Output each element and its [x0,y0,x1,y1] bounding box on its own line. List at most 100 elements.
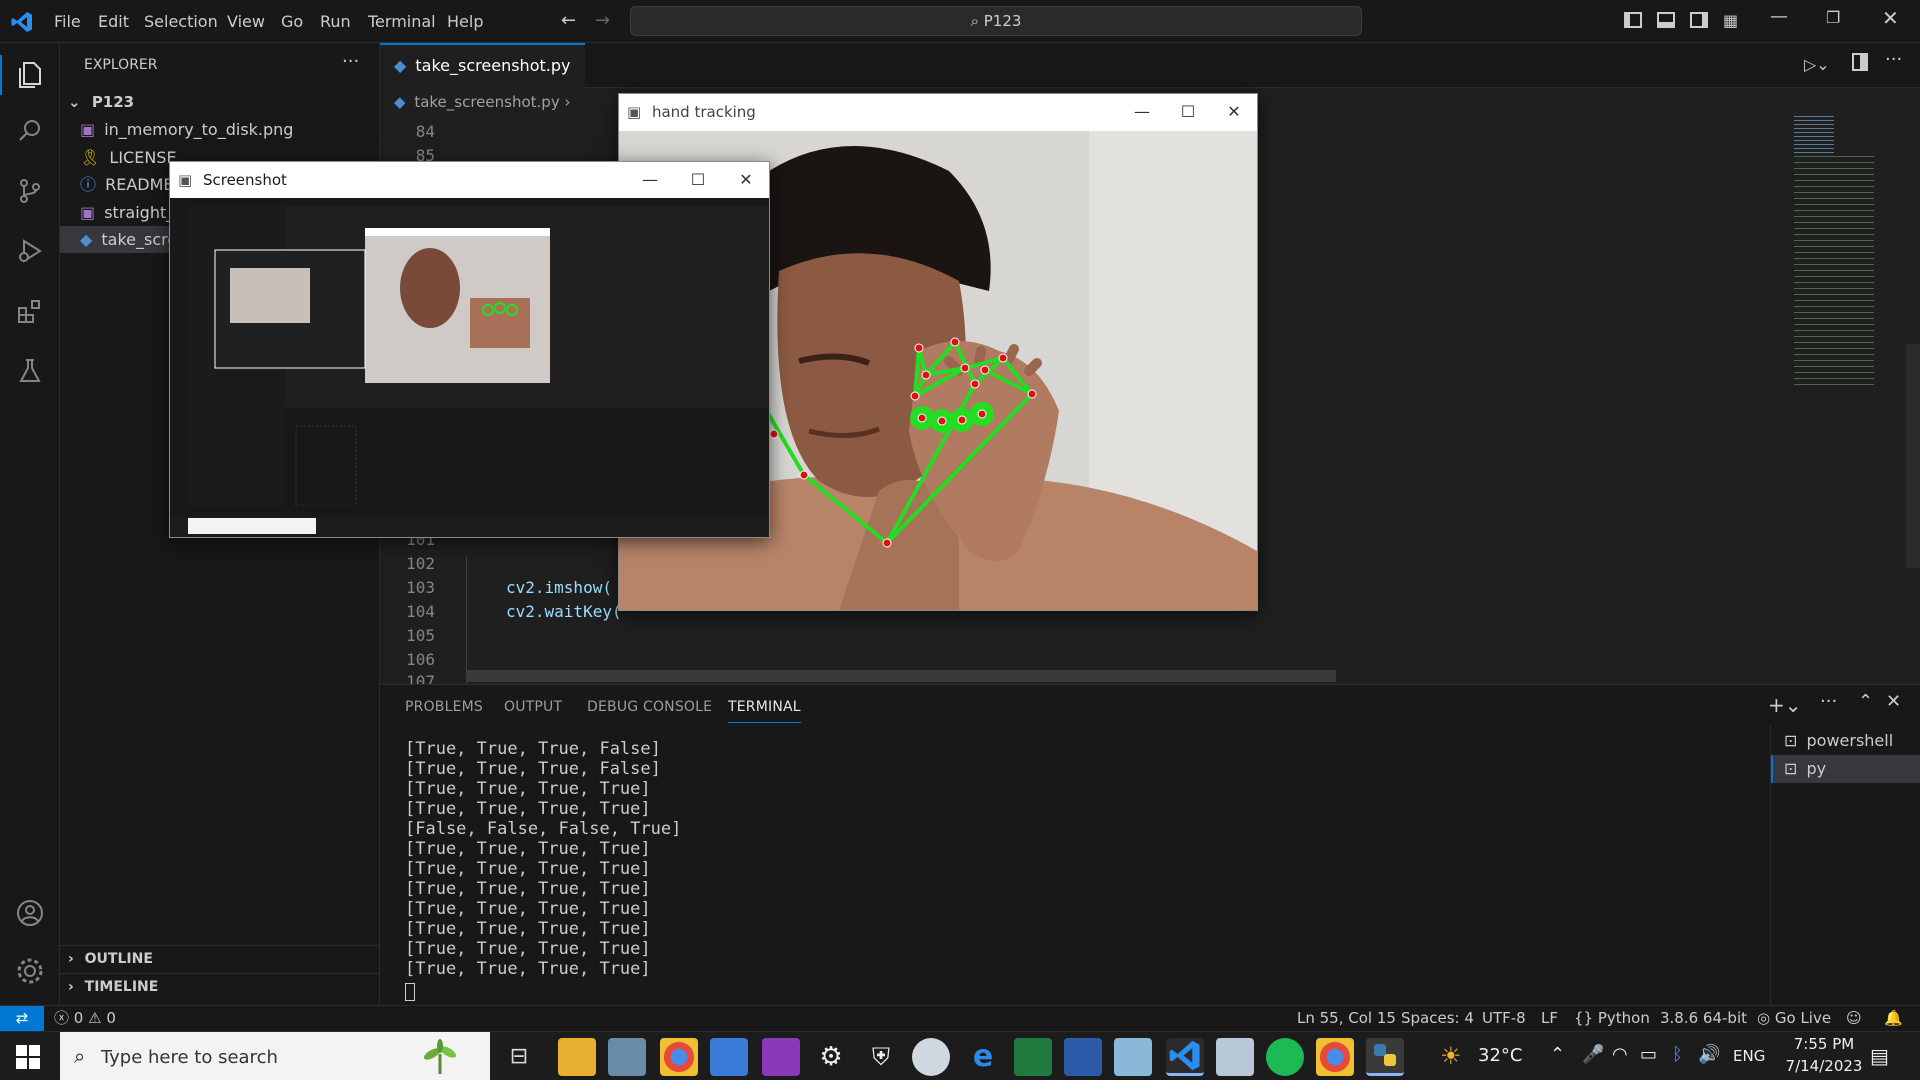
language-mode[interactable]: {} Python [1574,1006,1650,1031]
tab-output[interactable]: OUTPUT [504,685,562,729]
task-view-icon[interactable]: ⊟ [500,1038,538,1076]
restore-icon[interactable]: ❐ [1826,8,1840,27]
go-live[interactable]: ◎ Go Live [1757,1006,1831,1031]
menu-edit[interactable]: Edit [98,0,129,43]
more-actions-icon[interactable]: ··· [1820,691,1837,712]
screenshot-window[interactable]: ▣ Screenshot — ☐ ✕ [169,161,770,538]
taskbar-search[interactable]: ⌕ Type here to search [60,1032,490,1080]
app-icon[interactable] [710,1038,748,1076]
breadcrumb-file[interactable]: take_screenshot.py [414,93,559,111]
menu-view[interactable]: View [227,0,265,43]
back-arrow-icon[interactable]: ← [561,10,576,31]
maximize-panel-icon[interactable]: ⌃ [1858,691,1873,712]
clock-date[interactable]: 7/14/2023 [1776,1057,1872,1075]
tab-take-screenshot[interactable]: ◆ take_screenshot.py ✕ [380,43,585,117]
remote-icon[interactable]: ⇄ [0,1006,44,1031]
chrome-profile-icon[interactable] [1316,1038,1354,1076]
cursor-position[interactable]: Ln 55, Col 15 [1297,1006,1396,1031]
weather-temp[interactable]: 32°C [1478,1045,1522,1066]
extensions-icon[interactable] [10,291,50,331]
close-icon[interactable]: ✕ [1211,94,1257,130]
search-icon[interactable] [10,111,50,151]
toggle-sidebar-icon[interactable] [1624,12,1642,28]
timeline-section[interactable]: › TIMELINE [60,973,380,1000]
windows-start-icon[interactable] [16,1045,40,1069]
feedback-icon[interactable]: ☺ [1846,1006,1862,1031]
maximize-icon[interactable]: ☐ [1165,94,1211,130]
tab-terminal[interactable]: TERMINAL [728,685,801,723]
problems-status[interactable]: ⓧ 0 ⚠ 0 [54,1006,116,1031]
microphone-icon[interactable]: 🎤 [1582,1044,1604,1065]
menu-terminal[interactable]: Terminal [368,0,436,43]
app-icon[interactable] [1216,1038,1254,1076]
testing-flask-icon[interactable] [10,351,50,391]
python-interpreter[interactable]: 3.8.6 64-bit [1660,1006,1747,1031]
minimize-icon[interactable]: — [1119,94,1165,130]
indentation[interactable]: Spaces: 4 [1401,1006,1474,1031]
clock-time[interactable]: 7:55 PM [1784,1035,1864,1053]
file-explorer-icon[interactable] [558,1038,596,1076]
app-icon[interactable] [1114,1038,1152,1076]
forward-arrow-icon[interactable]: → [595,10,610,31]
accounts-icon[interactable] [10,893,50,933]
run-python-icon[interactable]: ▷⌄ [1804,55,1830,74]
spotify-icon[interactable] [1266,1038,1304,1076]
toggle-panel-icon[interactable] [1657,12,1675,28]
settings-gear-icon[interactable]: ⚙ [812,1038,850,1076]
tab-problems[interactable]: PROBLEMS [405,685,483,729]
show-hidden-icons[interactable]: ⌃ [1550,1044,1565,1065]
customize-layout-icon[interactable]: ▦ [1723,11,1741,30]
volume-icon[interactable]: 🔊 [1698,1044,1720,1065]
menu-file[interactable]: File [54,0,81,43]
notification-center-icon[interactable]: ▤ [1870,1044,1889,1068]
menu-selection[interactable]: Selection [144,0,218,43]
minimap[interactable] [1784,116,1904,684]
minimize-icon[interactable]: — [1770,6,1788,27]
app-icon[interactable] [762,1038,800,1076]
close-panel-icon[interactable]: ✕ [1886,691,1901,712]
excel-icon[interactable] [1014,1038,1052,1076]
menu-go[interactable]: Go [281,0,303,43]
run-debug-icon[interactable] [10,231,50,271]
hand-window-titlebar[interactable]: ▣ hand tracking — ☐ ✕ [619,94,1257,130]
chrome-icon[interactable] [660,1038,698,1076]
horizontal-scrollbar[interactable] [466,670,1336,682]
terminal-list-item-active[interactable]: ⊡ py [1771,755,1920,783]
screenshot-window-titlebar[interactable]: ▣ Screenshot — ☐ ✕ [170,162,769,197]
menu-help[interactable]: Help [447,0,483,43]
maximize-icon[interactable]: ☐ [675,162,721,198]
encoding[interactable]: UTF-8 [1482,1006,1526,1031]
tab-debug-console[interactable]: DEBUG CONSOLE [587,685,712,729]
notifications-bell-icon[interactable]: 🔔 [1884,1006,1903,1031]
battery-icon[interactable]: ▭ [1640,1044,1657,1065]
close-icon[interactable]: ✕ [1882,6,1899,30]
more-actions-icon[interactable]: ··· [1885,49,1902,70]
wifi-icon[interactable]: ◠ [1612,1044,1628,1065]
folder-root[interactable]: ⌄ P123 [60,89,380,116]
manage-gear-icon[interactable] [10,951,50,991]
app-icon[interactable] [912,1038,950,1076]
split-editor-icon[interactable] [1852,53,1868,71]
word-icon[interactable] [1064,1038,1102,1076]
security-shield-icon[interactable]: ⛨ [862,1038,900,1076]
source-control-icon[interactable] [10,171,50,211]
outline-section[interactable]: › OUTLINE [60,945,380,972]
vertical-scrollbar[interactable] [1906,344,1920,568]
terminal-output[interactable]: [True, True, True, False] [True, True, T… [380,735,1770,1005]
internet-explorer-icon[interactable]: e [964,1038,1002,1076]
terminal-list-item[interactable]: ⊡ powershell [1776,727,1920,755]
close-icon[interactable]: ✕ [723,162,769,198]
weather-sun-icon[interactable]: ☀ [1440,1042,1462,1070]
minimize-icon[interactable]: — [627,162,673,198]
app-icon[interactable] [608,1038,646,1076]
language-indicator[interactable]: ENG [1733,1047,1765,1065]
command-center-search[interactable]: ⌕ P123 [630,6,1362,36]
file-item[interactable]: ▣ in_memory_to_disk.png [60,116,380,143]
end-of-line[interactable]: LF [1541,1006,1558,1031]
more-actions-icon[interactable]: ··· [342,51,359,72]
explorer-icon[interactable] [10,55,50,95]
menu-run[interactable]: Run [320,0,351,43]
new-terminal-icon[interactable]: +⌄ [1768,693,1802,717]
python-taskbar-icon[interactable] [1366,1038,1404,1076]
vscode-taskbar-icon[interactable] [1166,1038,1204,1076]
